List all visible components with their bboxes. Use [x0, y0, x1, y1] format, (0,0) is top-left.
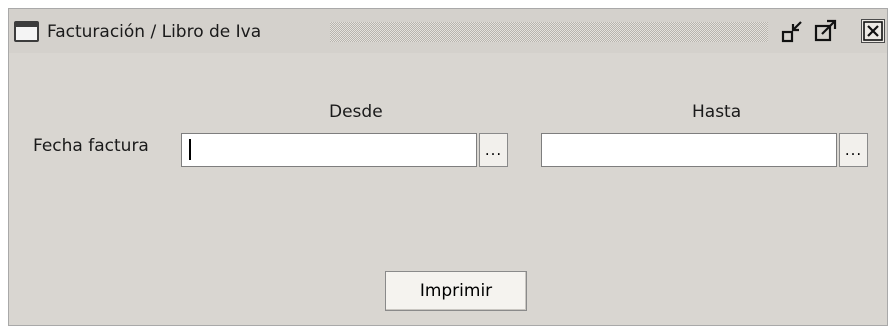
to-column-label: Hasta: [692, 102, 742, 122]
title-bar-texture: [330, 22, 768, 42]
to-date-input[interactable]: [541, 133, 837, 167]
window-title: Facturación / Libro de Iva: [47, 22, 262, 42]
print-button[interactable]: Imprimir: [385, 271, 527, 311]
invoice-date-label: Fecha factura: [33, 136, 149, 156]
to-date-picker-button[interactable]: ...: [839, 133, 868, 167]
window-icon: [14, 21, 39, 42]
restore-icon[interactable]: [781, 19, 805, 43]
report-window: Facturación / Libro de Iva Desde Hasta F…: [8, 8, 888, 326]
from-date-input[interactable]: [181, 133, 477, 167]
from-date-picker-button[interactable]: ...: [479, 133, 508, 167]
form-area: Desde Hasta Fecha factura ... ... Imprim…: [9, 53, 887, 325]
from-column-label: Desde: [329, 102, 383, 122]
maximize-icon[interactable]: [814, 19, 838, 43]
close-icon[interactable]: [861, 19, 885, 43]
text-caret: [189, 139, 191, 160]
title-bar[interactable]: Facturación / Libro de Iva: [9, 9, 887, 53]
